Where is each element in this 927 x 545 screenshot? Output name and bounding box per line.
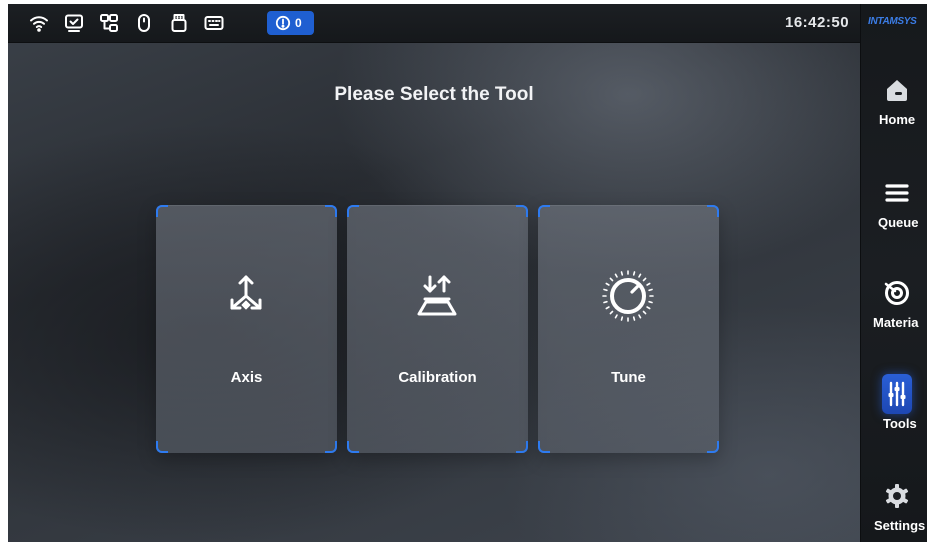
network-icon[interactable]	[98, 12, 120, 34]
tool-label: Tune	[611, 369, 646, 386]
tune-knob-icon	[601, 269, 655, 323]
card-corner	[156, 205, 168, 217]
home-icon	[883, 76, 911, 104]
tool-card-calibration[interactable]: Calibration	[347, 205, 528, 453]
card-corner	[347, 441, 359, 453]
tool-label: Calibration	[398, 369, 477, 386]
mouse-icon[interactable]	[133, 12, 155, 34]
settings-icon	[883, 482, 911, 510]
card-corner	[325, 205, 337, 217]
sidebar-item-label: Queue	[878, 215, 919, 230]
brand-logo: INTAMSYS	[868, 16, 917, 27]
calibration-icon	[410, 269, 464, 323]
sidebar-item-home[interactable]: Home	[861, 76, 927, 146]
sidebar-item-label: Settings	[874, 518, 926, 533]
monitor-icon[interactable]	[63, 12, 85, 34]
card-corner	[325, 441, 337, 453]
clock: 16:42:50	[785, 14, 850, 31]
alert-icon	[275, 15, 291, 31]
card-corner	[538, 205, 550, 217]
status-bar: 0 16:42:50	[8, 4, 860, 43]
sidebar-item-tools[interactable]: Tools	[861, 380, 927, 450]
sidebar-item-label: Home	[879, 112, 916, 127]
card-corner	[347, 205, 359, 217]
tool-card-axis[interactable]: Axis	[156, 205, 337, 453]
sidebar-item-label: Tools	[883, 416, 917, 431]
tool-label: Axis	[230, 369, 263, 386]
card-corner	[707, 441, 719, 453]
alert-badge[interactable]: 0	[267, 11, 314, 35]
sidebar: INTAMSYS Home Queue Materia Tools Settin…	[860, 4, 927, 542]
page-title: Please Select the Tool	[334, 84, 534, 105]
material-icon	[883, 279, 911, 307]
tool-card-tune[interactable]: Tune	[538, 205, 719, 453]
usb-drive-icon[interactable]	[168, 12, 190, 34]
card-corner	[538, 441, 550, 453]
sidebar-item-queue[interactable]: Queue	[861, 179, 927, 249]
card-corner	[707, 205, 719, 217]
sidebar-item-material[interactable]: Materia	[861, 279, 927, 349]
alert-count: 0	[295, 16, 302, 30]
axis-icon	[219, 269, 273, 323]
card-corner	[156, 441, 168, 453]
wifi-icon[interactable]	[28, 12, 50, 34]
card-corner	[516, 441, 528, 453]
queue-icon	[883, 179, 911, 207]
device-screen: 0 16:42:50 INTAMSYS Home Queue Materia T…	[8, 4, 927, 542]
sidebar-item-label: Materia	[873, 315, 919, 330]
tools-icon	[883, 380, 911, 408]
sidebar-item-settings[interactable]: Settings	[861, 482, 927, 542]
card-corner	[516, 205, 528, 217]
keyboard-icon[interactable]	[203, 12, 225, 34]
